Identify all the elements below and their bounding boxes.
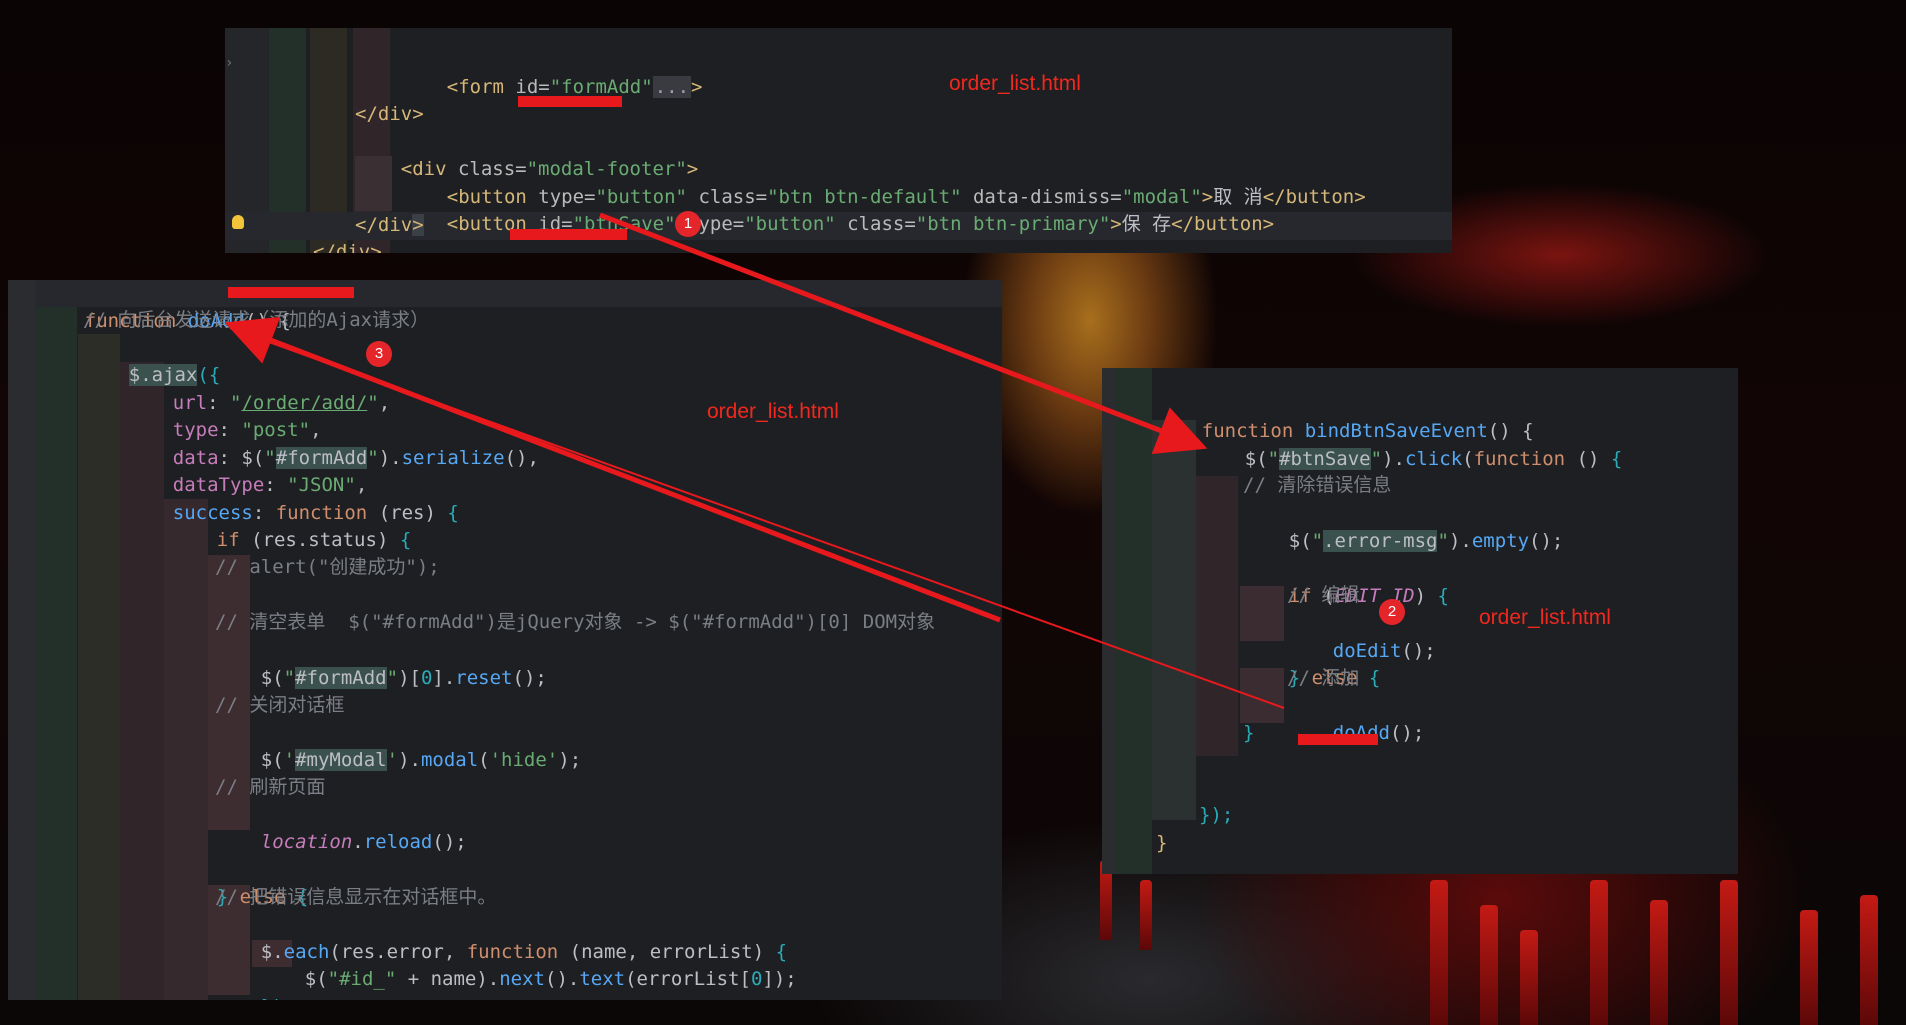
badge-2: 2: [1379, 599, 1405, 625]
arrow-1: [599, 212, 1208, 454]
badge-1: 1: [675, 211, 701, 237]
badge-3: 3: [366, 341, 392, 367]
annotation-arrows: [224, 212, 1285, 709]
arrow-3: [224, 316, 1001, 623]
